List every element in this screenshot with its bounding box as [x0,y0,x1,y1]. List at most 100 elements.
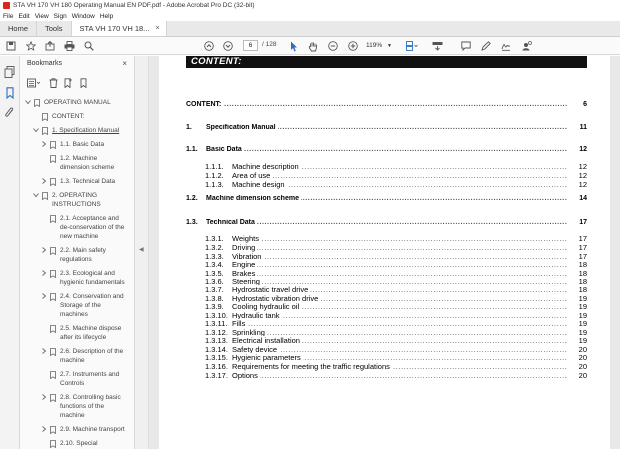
toc-leader: ........................................… [232,371,567,380]
chevron-down-icon[interactable] [33,192,39,200]
bookmark-item[interactable]: 1.3. Technical Data [60,177,132,186]
bookmarks-panel-icon[interactable] [4,87,16,100]
bookmark-item[interactable]: 2.5. Machine dispose after its lifecycle [60,324,132,342]
bookmark-item[interactable]: 2.10. Specialconditions of themachine us… [60,439,132,449]
bookmark-icon [50,269,56,278]
previous-page-icon[interactable] [203,40,215,52]
expand-bookmark-icon[interactable] [79,78,89,89]
toc-page-number: 17 [573,243,587,252]
bookmark-item[interactable]: 1. Specification Manual [52,126,132,135]
bookmark-item[interactable]: 1.1. Basic Data [60,140,132,149]
collapse-panel-icon[interactable]: ◀ [139,246,144,253]
menu-view[interactable]: View [35,13,49,20]
document-view[interactable]: CONTENT: CONTENT:.......................… [149,56,620,449]
scroll-mode-icon[interactable] [431,40,443,52]
next-page-icon[interactable] [222,40,234,52]
attachments-icon[interactable] [4,107,16,119]
chevron-right-icon[interactable] [41,426,47,434]
toc-entry[interactable]: 1.3.17. Options..........................… [186,371,587,381]
chevron-right-icon[interactable] [41,394,47,402]
toc-page-number: 12 [573,146,587,153]
toc-title: Area of use [232,171,273,180]
page-fit-icon[interactable] [405,40,419,52]
bookmark-item[interactable]: 2.2. Main safety regulations [60,246,132,264]
chevron-right-icon[interactable] [41,348,47,356]
toc-entry[interactable]: CONTENT:................................… [186,101,587,111]
toc-leader: ........................................… [232,171,567,180]
toc-leader: ........................................… [206,146,567,153]
menu-window[interactable]: Window [72,13,95,20]
chevron-right-icon[interactable] [41,270,47,278]
bookmark-options-icon[interactable] [27,78,41,89]
chevron-right-icon[interactable] [41,141,47,149]
pen-icon[interactable] [480,40,492,52]
close-tab-icon[interactable]: × [155,25,159,32]
menu-sign[interactable]: Sign [54,13,67,20]
bookmark-item[interactable]: CONTENT: [52,112,132,121]
sign-icon[interactable] [500,40,512,52]
bookmark-item[interactable]: 2.6. Description of the machine [60,347,132,365]
zoom-in-icon[interactable] [347,40,359,52]
window-title: STA VH 170 VH 180 Operating Manual EN PD… [13,2,255,9]
upload-icon[interactable] [44,40,56,52]
bookmark-item[interactable]: 2.9. Machine transport [60,425,132,434]
share-icon[interactable] [520,40,532,52]
chevron-down-icon[interactable] [33,127,39,135]
chevron-right-icon[interactable] [41,293,47,301]
zoom-out-icon[interactable] [327,40,339,52]
chevron-down-icon[interactable] [25,99,31,107]
bookmark-label: 2.1. Acceptance and [60,215,119,222]
bookmark-label: 2.9. Machine transport [60,426,125,433]
tab-home[interactable]: Home [0,21,38,36]
bookmark-item[interactable]: 2.7. Instruments and Controls [60,370,132,388]
delete-icon[interactable] [49,78,58,89]
chevron-right-icon[interactable] [41,178,47,186]
bookmark-item[interactable]: 2. OPERATING INSTRUCTIONS [52,191,132,209]
save-icon[interactable] [5,40,17,52]
close-panel-icon[interactable]: × [122,59,127,68]
bookmark-item[interactable]: 2.8. Controlling basic functions of the ma… [60,393,132,420]
toc-page-number: 12 [573,171,587,180]
bookmark-item[interactable]: OPERATING MANUAL [44,98,132,107]
menu-edit[interactable]: Edit [18,13,29,20]
toc-page-number: 17 [573,219,587,226]
toc-entry[interactable]: 1. Specification Manual..................… [186,124,587,134]
toc-title: Hydrostatic travel drive [232,285,311,294]
toc-entry[interactable]: 1.3. Technical Data......................… [186,219,587,229]
chevron-right-icon[interactable] [41,247,47,255]
panel-splitter[interactable]: ◀ [135,56,149,449]
bookmark-item[interactable]: 1.2. Machine dimension scheme [60,154,132,172]
toc-number: 1.3.2. [205,243,224,252]
toc-number: 1.3.13. [205,336,228,345]
select-cursor-icon[interactable] [289,40,299,52]
hand-icon[interactable] [307,40,319,52]
acrobat-icon [3,2,10,9]
bookmark-item[interactable]: 2.3. Ecological and hygienic fundamentals [60,269,132,287]
zoom-level-select[interactable]: 119% ▼ [366,40,396,51]
search-icon[interactable] [83,40,95,52]
page-number-input[interactable]: 6 [243,40,258,51]
bookmark-item[interactable]: 2.4. Conservation and Storage of the machi… [60,292,132,319]
bookmark-icon [50,370,56,379]
toc-title: Machine description [232,162,301,171]
print-icon[interactable] [63,40,75,52]
menu-file[interactable]: File [3,13,13,20]
bookmark-label: 1.1. Basic Data [60,141,105,148]
comment-icon[interactable] [460,40,472,52]
tab-tools[interactable]: Tools [37,21,72,36]
toc-title: Driving [232,243,258,252]
bookmark-item[interactable]: 2.1. Acceptance and de-conservation of th… [60,214,132,241]
toc-entry[interactable]: 1.1.3. Machine design....................… [186,180,587,190]
tab-document[interactable]: STA VH 170 VH 18... × [71,21,167,36]
toc-entry[interactable]: 1.2. Machine dimension scheme............… [186,195,587,205]
page-thumbnails-icon[interactable] [4,66,16,78]
menu-help[interactable]: Help [100,13,113,20]
new-bookmark-icon[interactable] [63,78,73,89]
toc-title: Specification Manual [206,124,278,131]
bookmarks-header: Bookmarks [27,60,63,67]
toc-page-number: 18 [573,260,587,269]
star-icon[interactable] [25,40,37,52]
bookmark-icon [50,177,56,186]
bookmark-label: machine [60,357,85,364]
toc-entry[interactable]: 1.1. Basic Data..........................… [186,146,587,156]
